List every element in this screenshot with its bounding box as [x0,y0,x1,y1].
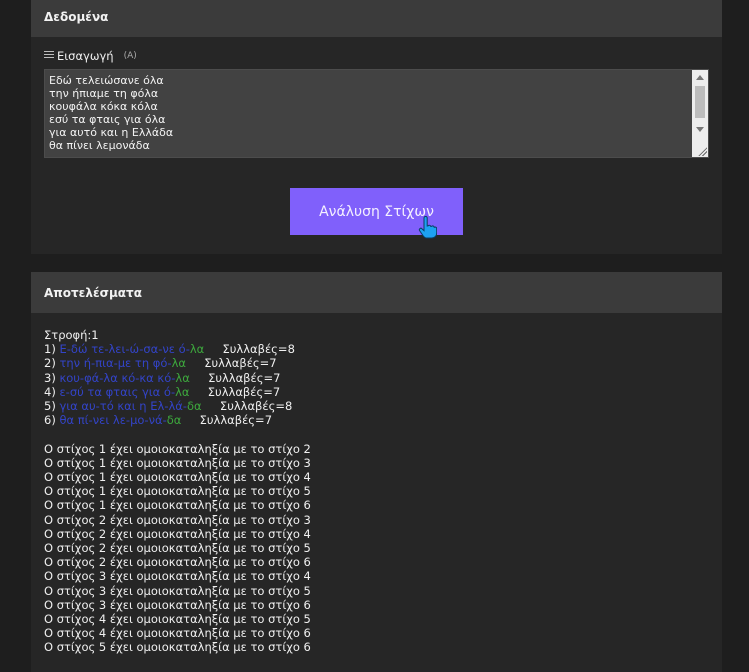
verse-syllable-count: Συλλαβές=7 [208,370,281,385]
verse-rhyme-ending: λα [189,342,205,357]
input-label: Εισαγωγή (A) [44,49,137,63]
rhyme-line: Ο στίχος 1 έχει ομοιοκαταληξία με το στί… [44,484,311,499]
verse-list: 1) Ε-δώ τε-λει-ώ-σα-νε ό-λα Συλλαβές=8 2)… [44,342,722,427]
verse-syllable-count: Συλλαβές=7 [204,356,277,371]
rhyme-line: Ο στίχος 3 έχει ομοιοκαταληξία με το στί… [44,583,311,598]
analyze-verses-button[interactable]: Ανάλυση Στίχων [290,188,463,235]
textarea-line: για αυτό και η Ελλάδα [49,126,174,139]
verse-syllables-text: θα πί-νει λε-μο-νά- [59,413,167,428]
rhyme-line: Ο στίχος 3 έχει ομοιοκαταληξία με το στί… [44,569,311,584]
verse-number: 6) [44,413,56,428]
verse-rhyme-ending: λα [175,384,190,399]
rhyme-line: Ο στίχος 3 έχει ομοιοκαταληξία με το στί… [44,597,311,612]
verse-rhyme-ending: δα [166,413,182,428]
verse-rhyme-ending: δα [187,399,202,414]
textarea-line: την ήπιαμε τη φόλα [49,87,159,100]
results-panel-title: Αποτελέσματα [31,272,722,313]
verse-number: 5) [44,399,56,414]
stanza-label: Στροφή:1 [44,328,99,342]
scroll-thumb[interactable] [695,86,705,118]
verse-rhyme-ending: λα [171,356,186,371]
verse-syllables-text: ε-σύ τα φταις για ό- [59,384,176,399]
verse-syllables-text: για αυ-τό και η Ελ-λά- [59,399,188,414]
verse-row: 5) για αυ-τό και η Ελ-λά-δα Συλλαβές=8 [44,399,722,413]
verse-syllables-text: κου-φά-λα κό-κα κό- [59,370,176,385]
rhyme-line: Ο στίχος 4 έχει ομοιοκαταληξία με το στί… [44,612,311,627]
rhyme-line: Ο στίχος 5 έχει ομοιοκαταληξία με το στί… [44,640,311,655]
rhyme-line: Ο στίχος 2 έχει ομοιοκαταληξία με το στί… [44,555,311,570]
textarea-line: εσύ τα φταις για όλα [49,113,166,126]
rhyme-line: Ο στίχος 2 έχει ομοιοκαταληξία με το στί… [44,541,311,556]
verse-number: 3) [44,370,56,385]
verse-syllable-count: Συλλαβές=8 [222,342,295,357]
rhyme-line: Ο στίχος 1 έχει ομοιοκαταληξία με το στί… [44,455,311,470]
rhyme-list: Ο στίχος 1 έχει ομοιοκαταληξία με το στί… [44,442,722,655]
verse-syllable-count: Συλλαβές=7 [199,413,273,428]
rhyme-line: Ο στίχος 4 έχει ομοιοκαταληξία με το στί… [44,626,311,641]
data-panel-title: Δεδομένα [31,0,722,37]
verse-number: 4) [44,384,56,399]
verse-syllable-count: Συλλαβές=8 [219,399,293,414]
rhyme-line: Ο στίχος 2 έχει ομοιοκαταληξία με το στί… [44,526,311,541]
rhyme-line: Ο στίχος 1 έχει ομοιοκαταληξία με το στί… [44,498,311,513]
textarea-line: κουφάλα κόκα κόλα [49,100,158,113]
verse-number: 2) [44,356,56,371]
rhyme-line: Ο στίχος 1 έχει ομοιοκαταληξία με το στί… [44,441,311,456]
data-panel: Δεδομένα Εισαγωγή (A) Εδώ τελειώσανε όλα… [31,0,722,254]
lyrics-textarea[interactable]: Εδώ τελειώσανε όλα την ήπιαμε τη φόλα κουφ… [44,69,709,158]
textarea-content[interactable]: Εδώ τελειώσανε όλα την ήπιαμε τη φόλα κουφ… [45,70,708,152]
scroll-down-arrow-icon[interactable] [696,127,704,132]
lang-hint: (A) [123,51,137,61]
verse-syllables-text: Ε-δώ τε-λει-ώ-σα-νε ό- [59,342,190,357]
textarea-scrollbar[interactable] [692,70,708,157]
verse-row: 2) την ή-πια-με τη φό-λα Συλλαβές=7 [44,356,722,370]
verse-row: 1) Ε-δώ τε-λει-ώ-σα-νε ό-λα Συλλαβές=8 [44,342,722,356]
verse-row: 3) κου-φά-λα κό-κα κό-λα Συλλαβές=7 [44,371,722,385]
textarea-line: θα πίνει λεμονάδα [49,139,150,152]
verse-row: 6) θα πί-νει λε-μο-νά-δα Συλλαβές=7 [44,413,722,427]
textarea-line: Εδώ τελειώσανε όλα [49,74,164,87]
verse-number: 1) [44,342,56,357]
hand-pointer-icon [418,216,437,239]
verse-syllables-text: την ή-πια-με τη φό- [59,356,172,371]
scroll-up-arrow-icon[interactable] [696,75,704,80]
verse-rhyme-ending: λα [175,370,190,385]
rhyme-line: Ο στίχος 2 έχει ομοιοκαταληξία με το στί… [44,512,311,527]
list-icon [44,51,54,61]
input-label-text: Εισαγωγή [57,49,114,63]
resize-grip-icon[interactable] [697,146,707,156]
results-body: Στροφή:1 1) Ε-δώ τε-λει-ώ-σα-νε ό-λα Συλ… [31,313,722,655]
results-panel: Αποτελέσματα Στροφή:1 1) Ε-δώ τε-λει-ώ-σ… [31,272,722,672]
rhyme-line: Ο στίχος 1 έχει ομοιοκαταληξία με το στί… [44,470,311,485]
verse-row: 4) ε-σύ τα φταις για ό-λα Συλλαβές=7 [44,385,722,399]
verse-syllable-count: Συλλαβές=7 [207,384,281,399]
